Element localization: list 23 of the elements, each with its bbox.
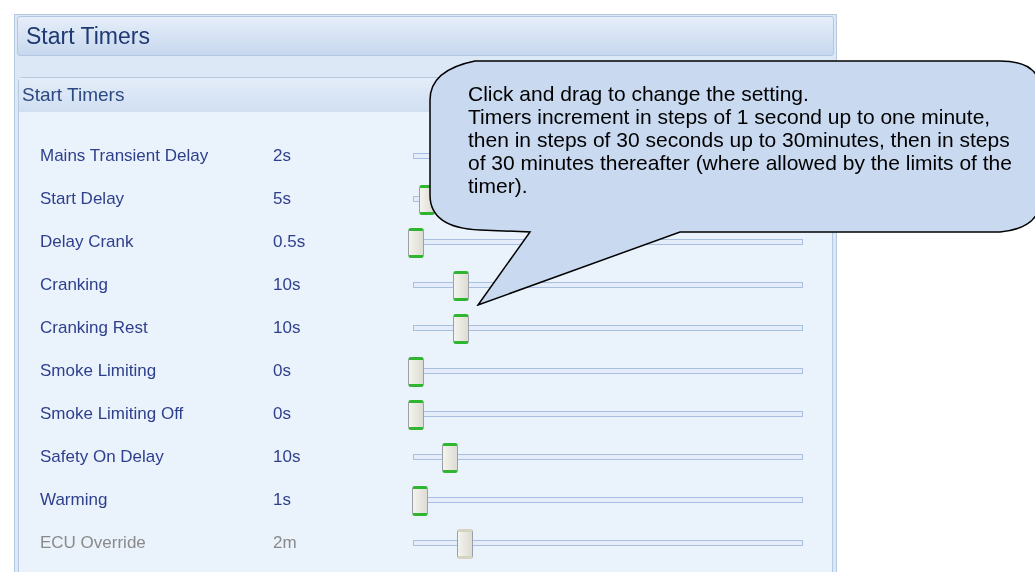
- timer-label: Warming: [40, 488, 109, 511]
- timer-value: 10s: [273, 316, 302, 339]
- timer-label: Smoke Limiting Off: [40, 402, 185, 425]
- timer-label: Mains Transient Delay: [40, 144, 210, 167]
- timer-value: 10s: [273, 445, 302, 468]
- timer-value: 2m: [273, 531, 298, 554]
- timer-value: 0s: [273, 359, 292, 382]
- timer-label: Start Delay: [40, 187, 126, 210]
- timer-label: Cranking Rest: [40, 316, 149, 339]
- page-title: Start Timers: [17, 16, 834, 56]
- timer-label: Delay Crank: [40, 230, 135, 253]
- timer-value: 5s: [273, 187, 292, 210]
- timer-label: Smoke Limiting: [40, 359, 158, 382]
- timer-value: 0.5s: [273, 230, 307, 253]
- timer-label: Cranking: [40, 273, 110, 296]
- timer-label: Safety On Delay: [40, 445, 165, 468]
- timer-value: 1s: [273, 488, 292, 511]
- callout-text: Click and drag to change the setting.: [468, 82, 810, 105]
- callout-text: Timers increment in steps of 1 second up to one minute, then in steps of 30 seconds up to 30minutes, then in steps of 30 minutes thereafter (where allowed by the limits of the timer).: [468, 105, 1013, 197]
- timer-value: 10s: [273, 273, 302, 296]
- timer-label: ECU Override: [40, 531, 147, 554]
- timer-value: 0s: [273, 402, 292, 425]
- timer-value: 2s: [273, 144, 292, 167]
